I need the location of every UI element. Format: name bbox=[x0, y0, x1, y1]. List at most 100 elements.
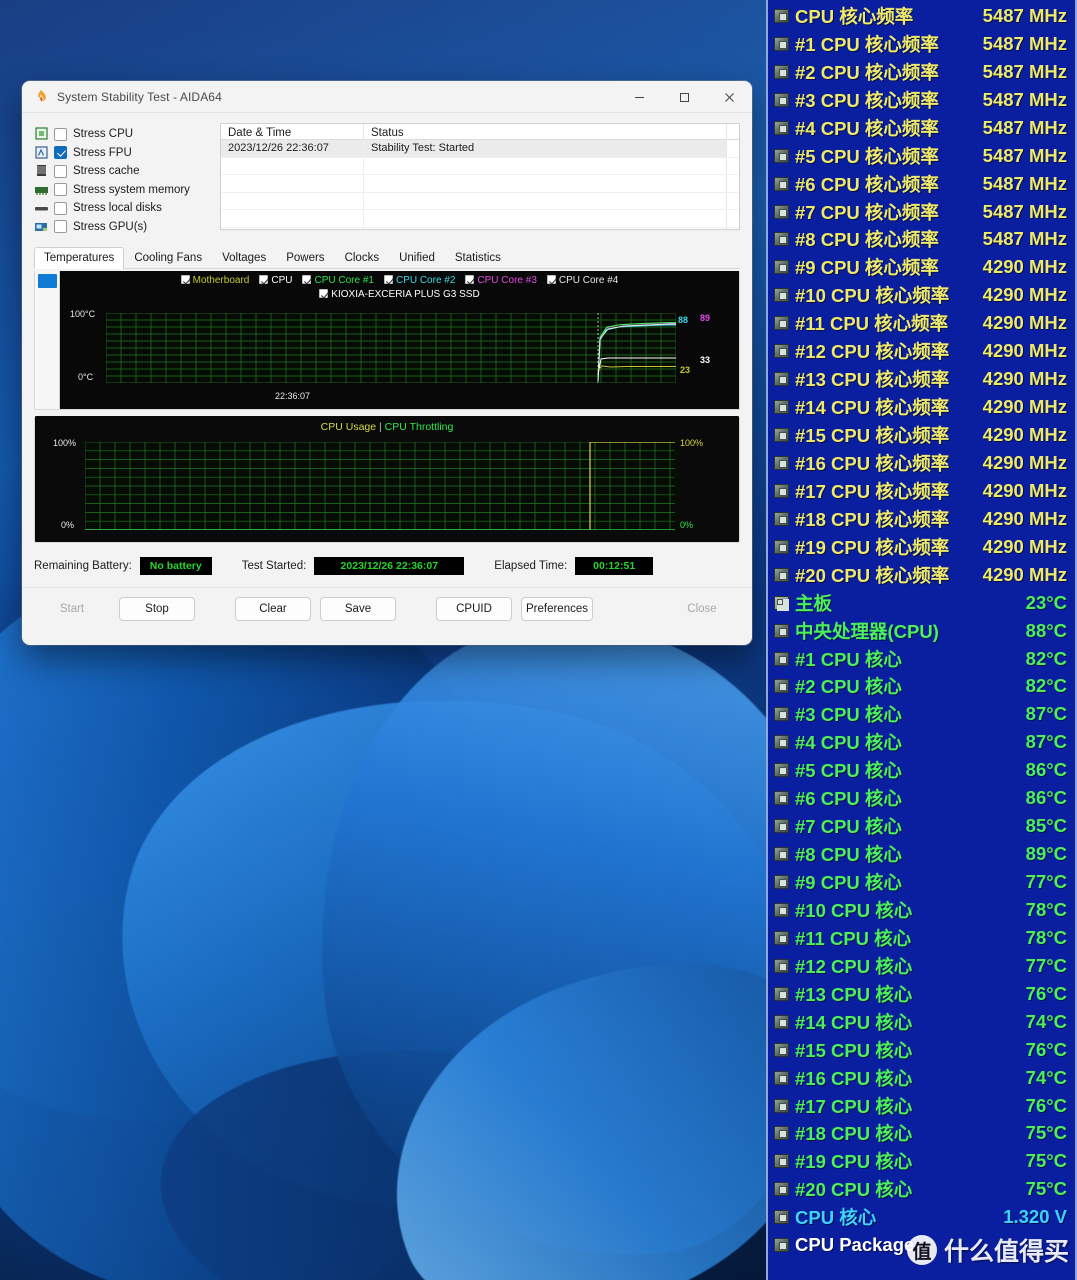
start-button[interactable]: Start bbox=[34, 597, 110, 621]
cpu-chip-icon bbox=[774, 148, 789, 163]
tab-voltages[interactable]: Voltages bbox=[212, 247, 276, 269]
preferences-button[interactable]: Preferences bbox=[521, 597, 593, 621]
cpu-usage-chart: CPU Usage | CPU Throttling 100% 0% 100% … bbox=[34, 416, 740, 543]
osd-sensor-value: 4290 MHz bbox=[982, 424, 1067, 446]
window-titlebar[interactable]: System Stability Test - AIDA64 bbox=[22, 81, 752, 113]
disk-icon bbox=[34, 201, 49, 215]
tab-clocks[interactable]: Clocks bbox=[335, 247, 390, 269]
tab-statistics[interactable]: Statistics bbox=[445, 247, 511, 269]
osd-sensor-name: #17 CPU 核心频率 bbox=[795, 480, 950, 502]
osd-sensor-row: #18 CPU 核心频率 4290 MHz bbox=[768, 505, 1075, 533]
stress-cache-checkbox[interactable] bbox=[54, 164, 67, 178]
osd-sensor-row: #17 CPU 核心频率 4290 MHz bbox=[768, 477, 1075, 505]
close-button[interactable] bbox=[707, 81, 752, 113]
legend-checkbox[interactable] bbox=[302, 275, 312, 284]
legend-label: Motherboard bbox=[192, 275, 250, 286]
osd-sensor-value: 5487 MHz bbox=[982, 60, 1067, 82]
log-row-spacer bbox=[726, 210, 739, 227]
tab-temperatures[interactable]: Temperatures bbox=[34, 247, 125, 269]
legend-item-cpu[interactable]: CPU bbox=[259, 274, 292, 288]
osd-sensor-row: 主板 23°C bbox=[768, 589, 1075, 617]
log-header-spacer bbox=[726, 124, 739, 139]
legend-checkbox[interactable] bbox=[259, 275, 269, 284]
tab-unified[interactable]: Unified bbox=[389, 247, 445, 269]
osd-sensor-name: #9 CPU 核心 bbox=[795, 872, 902, 894]
stress-option-cache[interactable]: Stress cache bbox=[34, 162, 210, 181]
osd-sensor-name: #20 CPU 核心 bbox=[795, 1179, 913, 1201]
tab-cooling-fans[interactable]: Cooling Fans bbox=[124, 247, 212, 269]
legend-item-motherboard[interactable]: Motherboard bbox=[180, 274, 250, 288]
osd-sensor-row: #4 CPU 核心 87°C bbox=[768, 728, 1075, 756]
osd-sensor-name: #17 CPU 核心 bbox=[795, 1095, 913, 1117]
legend-item-core2[interactable]: CPU Core #2 bbox=[383, 274, 455, 288]
stability-log-table[interactable]: Date & Time Status 2023/12/26 22:36:07 S… bbox=[220, 123, 740, 230]
table-row-empty[interactable] bbox=[221, 192, 739, 210]
cpu-chip-icon bbox=[774, 372, 789, 387]
osd-sensor-name: #14 CPU 核心频率 bbox=[795, 397, 950, 419]
osd-sensor-row: 中央处理器(CPU) 88°C bbox=[768, 617, 1075, 645]
stress-memory-label: Stress system memory bbox=[73, 183, 190, 196]
stress-option-memory[interactable]: Stress system memory bbox=[34, 181, 210, 200]
clear-button[interactable]: Clear bbox=[235, 597, 311, 621]
osd-sensor-name: #13 CPU 核心 bbox=[795, 983, 913, 1005]
table-row-empty[interactable] bbox=[221, 227, 739, 229]
stress-memory-checkbox[interactable] bbox=[54, 183, 67, 197]
legend-checkbox[interactable] bbox=[180, 275, 190, 284]
table-row-empty[interactable] bbox=[221, 175, 739, 193]
cpu-chip-icon bbox=[774, 455, 789, 470]
legend-checkbox[interactable] bbox=[319, 289, 329, 298]
stress-option-fpu[interactable]: Stress FPU bbox=[34, 144, 210, 163]
legend-item-core1[interactable]: CPU Core #1 bbox=[302, 274, 374, 288]
osd-sensor-value: 4290 MHz bbox=[982, 340, 1067, 362]
stress-disks-checkbox[interactable] bbox=[54, 201, 67, 215]
osd-sensor-value: 77°C bbox=[1025, 871, 1067, 893]
chart-scrollbar-thumb[interactable] bbox=[37, 274, 57, 288]
stress-cpu-checkbox[interactable] bbox=[54, 127, 67, 141]
osd-sensor-value: 76°C bbox=[1025, 1094, 1067, 1116]
stress-fpu-checkbox[interactable] bbox=[54, 146, 67, 160]
legend-item-core4[interactable]: CPU Core #4 bbox=[546, 274, 618, 288]
osd-sensor-name: #4 CPU 核心 bbox=[795, 732, 902, 754]
osd-sensor-row: #11 CPU 核心频率 4290 MHz bbox=[768, 309, 1075, 337]
osd-sensor-value: 5487 MHz bbox=[982, 172, 1067, 194]
osd-sensor-row: #2 CPU 核心频率 5487 MHz bbox=[768, 58, 1075, 86]
legend-checkbox[interactable] bbox=[383, 275, 393, 284]
osd-sensor-value: 5487 MHz bbox=[982, 32, 1067, 54]
save-button[interactable]: Save bbox=[320, 597, 396, 621]
cpuid-button[interactable]: CPUID bbox=[436, 597, 512, 621]
empty-cell bbox=[364, 193, 726, 210]
stress-option-gpu[interactable]: Stress GPU(s) bbox=[34, 218, 210, 237]
close-action-button[interactable]: Close bbox=[664, 597, 740, 621]
osd-sensor-value: 1.320 V bbox=[1003, 1206, 1067, 1228]
chart-scrollbar[interactable] bbox=[35, 271, 60, 409]
osd-sensor-row: CPU Package bbox=[768, 1231, 1075, 1259]
legend-checkbox[interactable] bbox=[546, 275, 556, 284]
stress-option-cpu[interactable]: Stress CPU bbox=[34, 125, 210, 144]
legend-checkbox[interactable] bbox=[465, 275, 475, 284]
cpu-chip-icon bbox=[774, 120, 789, 135]
log-column-status[interactable]: Status bbox=[364, 124, 726, 139]
log-column-datetime[interactable]: Date & Time bbox=[221, 124, 364, 139]
tab-powers[interactable]: Powers bbox=[276, 247, 334, 269]
osd-sensor-row: #14 CPU 核心频率 4290 MHz bbox=[768, 393, 1075, 421]
table-row-empty[interactable] bbox=[221, 210, 739, 228]
usage-y-min-label: 0% bbox=[61, 520, 75, 530]
cpu-chip-icon bbox=[774, 875, 789, 890]
osd-sensor-value: 78°C bbox=[1025, 898, 1067, 920]
cpu-chip-icon bbox=[774, 428, 789, 443]
cpu-chip-icon bbox=[774, 679, 789, 694]
stop-button[interactable]: Stop bbox=[119, 597, 195, 621]
maximize-button[interactable] bbox=[662, 81, 707, 113]
table-row-empty[interactable] bbox=[221, 157, 739, 175]
legend-item-ssd[interactable]: KIOXIA-EXCERIA PLUS G3 SSD bbox=[319, 288, 480, 302]
table-row[interactable]: 2023/12/26 22:36:07 Stability Test: Star… bbox=[221, 140, 739, 158]
osd-sensor-row: #10 CPU 核心 78°C bbox=[768, 896, 1075, 924]
osd-sensor-row: #3 CPU 核心频率 5487 MHz bbox=[768, 86, 1075, 114]
minimize-button[interactable] bbox=[617, 81, 662, 113]
osd-sensor-row: CPU 核心频率 5487 MHz bbox=[768, 2, 1075, 30]
gpu-icon bbox=[34, 220, 49, 234]
legend-item-core3[interactable]: CPU Core #3 bbox=[465, 274, 537, 288]
temp-chart-value-core2: 88 bbox=[678, 315, 689, 325]
stress-option-disks[interactable]: Stress local disks bbox=[34, 199, 210, 218]
stress-gpu-checkbox[interactable] bbox=[54, 220, 67, 234]
